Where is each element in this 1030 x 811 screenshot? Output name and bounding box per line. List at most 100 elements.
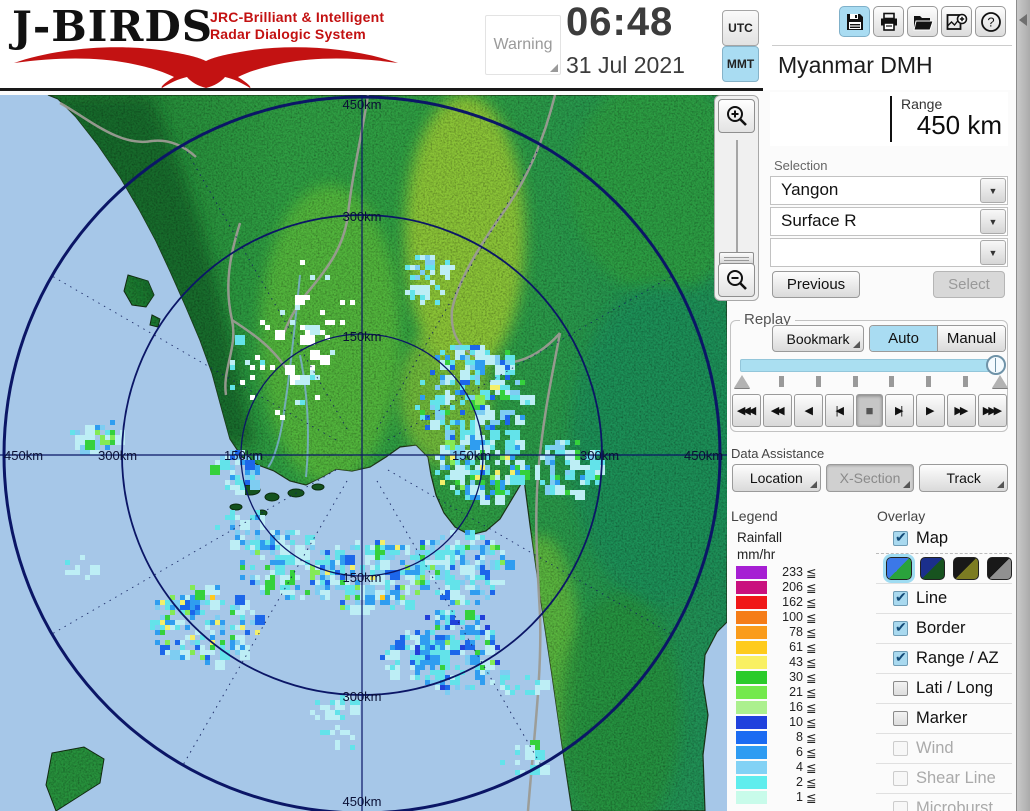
product-dropdown[interactable]: Surface R ▼ — [770, 207, 1008, 236]
overlay-row-marker[interactable]: Marker — [876, 704, 1012, 734]
legend-lte-symbol: ≦ — [806, 610, 816, 625]
map-style-swatch[interactable] — [953, 557, 979, 580]
overlay-row-wind[interactable]: Wind — [876, 734, 1012, 764]
fast-forward-button[interactable]: ▶▶ — [947, 394, 976, 427]
zoom-in-button[interactable] — [718, 99, 755, 133]
legend-row: 43≦ — [735, 655, 830, 670]
chevron-down-icon[interactable]: ▼ — [980, 240, 1006, 265]
overlay-row-range-az[interactable]: Range / AZ — [876, 644, 1012, 674]
previous-button[interactable]: Previous — [772, 271, 860, 298]
capture-button[interactable] — [941, 6, 972, 37]
checkbox[interactable] — [893, 771, 908, 786]
overlay-item-label: Border — [916, 619, 966, 638]
legend-lte-symbol: ≦ — [806, 670, 816, 685]
panel-collapse-strip[interactable] — [1016, 0, 1030, 811]
replay-range-end-marker[interactable] — [992, 375, 1008, 388]
zoom-out-button[interactable] — [718, 263, 755, 297]
map-style-swatch[interactable] — [920, 557, 946, 580]
overlay-row-microburst[interactable]: Microburst — [876, 794, 1012, 811]
replay-slider-track[interactable] — [740, 359, 1002, 372]
replay-tick — [963, 376, 968, 387]
auto-button[interactable]: Auto — [870, 326, 937, 351]
location-button[interactable]: Location — [732, 464, 821, 492]
overlay-row-border[interactable]: Border — [876, 614, 1012, 644]
fastest-forward-button[interactable]: ▶▶▶ — [978, 394, 1007, 427]
legend-value: 10 — [769, 715, 803, 729]
chevron-down-icon[interactable]: ▼ — [980, 178, 1006, 203]
overlay-row-line[interactable]: Line — [876, 584, 1012, 614]
play-backward-button[interactable]: ◀ — [794, 394, 823, 427]
legend-unit-line2: mm/hr — [737, 547, 775, 562]
option-dropdown[interactable]: ▼ — [770, 238, 1008, 267]
track-button[interactable]: Track — [919, 464, 1008, 492]
radar-map[interactable]: 450km300km150km150km300km450km450km300km… — [0, 95, 727, 811]
map-style-swatch[interactable] — [886, 557, 912, 580]
step-backward-button[interactable]: |◀ — [825, 394, 854, 427]
zoom-slider-track[interactable] — [736, 140, 738, 256]
stop-button[interactable]: ■ — [856, 394, 882, 427]
overlay-item-label: Microburst — [916, 799, 993, 811]
map-style-swatch[interactable] — [987, 557, 1013, 580]
fast-rewind-button[interactable]: ◀◀◀ — [732, 394, 761, 427]
clock-time: 06:48 — [566, 0, 673, 45]
overlay-item-label: Map — [916, 529, 948, 548]
chevron-down-icon[interactable]: ▼ — [980, 209, 1006, 234]
select-button[interactable]: Select — [933, 271, 1005, 298]
legend-swatch — [736, 761, 767, 774]
collapse-arrow-icon[interactable] — [1019, 14, 1027, 26]
step-forward-button[interactable]: ▶| — [885, 394, 914, 427]
replay-slider-handle[interactable] — [986, 355, 1006, 375]
save-button[interactable] — [839, 6, 870, 37]
play-button[interactable]: ▶ — [916, 394, 945, 427]
legend-value: 162 — [769, 595, 803, 609]
legend-swatch — [736, 626, 767, 639]
site-dropdown[interactable]: Yangon ▼ — [770, 176, 1008, 205]
legend-row: 8≦ — [735, 730, 830, 745]
range-ring-label: 450km — [342, 794, 381, 809]
replay-tick — [779, 376, 784, 387]
rewind-button[interactable]: ◀◀ — [763, 394, 792, 427]
printer-icon — [879, 12, 899, 32]
overlay-row-map[interactable]: Map — [876, 524, 1012, 554]
legend-unit-line1: Rainfall — [737, 530, 782, 545]
legend-value: 2 — [769, 775, 803, 789]
help-button[interactable]: ? — [975, 6, 1006, 37]
utc-toggle-button[interactable]: UTC — [722, 10, 759, 46]
magnifier-minus-icon — [725, 268, 749, 292]
checkbox[interactable] — [893, 801, 908, 811]
clock-date: 31 Jul 2021 — [566, 52, 685, 79]
legend-lte-symbol: ≦ — [806, 595, 816, 610]
legend-value: 43 — [769, 655, 803, 669]
replay-tick — [926, 376, 931, 387]
checkbox[interactable] — [893, 741, 908, 756]
range-ring-label: 150km — [452, 448, 491, 463]
checkbox[interactable] — [893, 621, 908, 636]
legend-swatch — [736, 686, 767, 699]
overlay-row-lati-long[interactable]: Lati / Long — [876, 674, 1012, 704]
legend-swatch — [736, 776, 767, 789]
legend-lte-symbol: ≦ — [806, 790, 816, 805]
legend-lte-symbol: ≦ — [806, 760, 816, 775]
checkbox[interactable] — [893, 681, 908, 696]
legend-swatch — [736, 581, 767, 594]
legend-value: 30 — [769, 670, 803, 684]
print-button[interactable] — [873, 6, 904, 37]
overlay-row-shear-line[interactable]: Shear Line — [876, 764, 1012, 794]
mmt-toggle-button[interactable]: MMT — [722, 46, 759, 82]
open-button[interactable] — [907, 6, 938, 37]
legend-value: 16 — [769, 700, 803, 714]
x-section-button[interactable]: X-Section — [826, 464, 915, 492]
checkbox[interactable] — [893, 531, 908, 546]
legend-row: 10≦ — [735, 715, 830, 730]
selection-label: Selection — [774, 158, 827, 173]
checkbox[interactable] — [893, 651, 908, 666]
range-ring-label: 150km — [224, 448, 263, 463]
warning-button[interactable]: Warning — [485, 15, 561, 75]
playback-controls: ◀◀◀◀◀◀|◀■▶|▶▶▶▶▶▶ — [732, 394, 1007, 427]
checkbox[interactable] — [893, 591, 908, 606]
checkbox[interactable] — [893, 711, 908, 726]
bookmark-button[interactable]: Bookmark — [772, 325, 864, 352]
replay-range-start-marker[interactable] — [734, 375, 750, 388]
manual-button[interactable]: Manual — [937, 326, 1005, 351]
range-ring-label: 450km — [4, 448, 43, 463]
